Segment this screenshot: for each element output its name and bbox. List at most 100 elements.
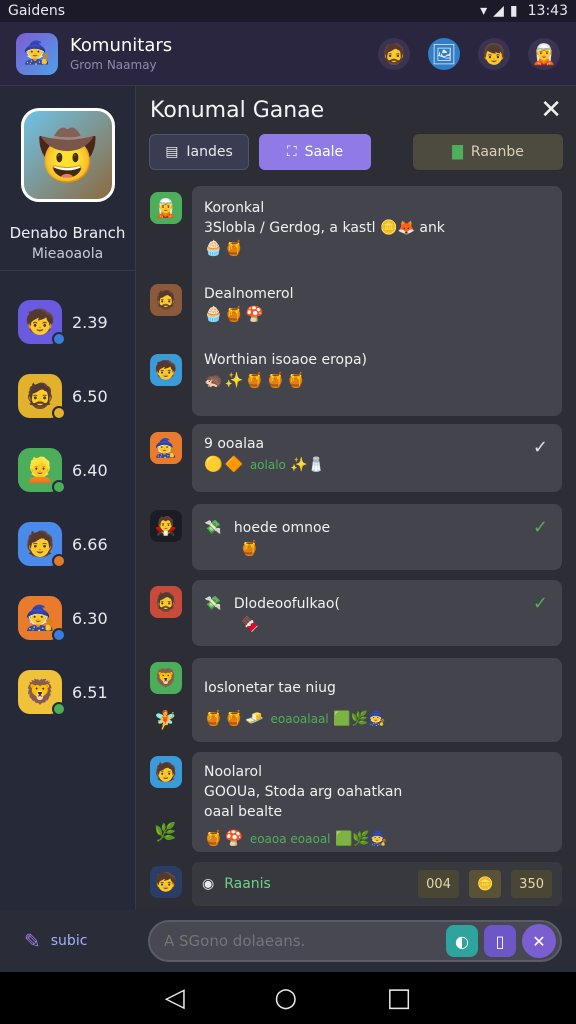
sidebar-avatar: 🧔 (18, 374, 66, 420)
cash-icon: 💸 (204, 520, 222, 536)
sidebar-item[interactable]: 🦁 6.51 (0, 655, 135, 729)
app-logo[interactable]: 🧙 (16, 32, 58, 75)
tab-label: Saale (304, 144, 344, 160)
sidebar-item[interactable]: 🧑 6.66 (0, 507, 135, 581)
tab-raanbe[interactable]: ▇ Raanbe (413, 134, 563, 170)
sidebar-item[interactable]: 🧙 6.30 (0, 581, 135, 655)
status-dot (52, 628, 66, 642)
message-input[interactable] (164, 932, 440, 950)
message-bubble[interactable]: Noolarol GOOUa, Stoda arg oahatkan oaal … (192, 752, 562, 852)
tab-saale[interactable]: ⛶ Saale (259, 134, 371, 170)
sidebar-count: 6.40 (72, 460, 108, 480)
message-avatar[interactable]: 🧒 (150, 354, 182, 386)
status-dot (52, 332, 66, 346)
app-subtitle: Grom Naamay (70, 58, 157, 72)
home-icon[interactable]: ○ (274, 983, 297, 1013)
attach-button[interactable]: ▯ (484, 925, 516, 957)
clock: 13:43 (527, 3, 568, 19)
reward-chip[interactable]: 004 (418, 870, 459, 898)
items-icon: 🟩🌿🧙 (333, 711, 386, 727)
message-text: Ioslonetar tae niug (204, 680, 336, 696)
message-text: ank (419, 220, 445, 236)
message-bubble[interactable]: Koronkal 3Slobla / Gerdog, a kastl 🪙🦊 an… (192, 186, 562, 416)
message-bubble[interactable]: 💸 Dlodeoofulkao( 🍫 ✓ (192, 580, 562, 646)
panel-title: Konumal Ganae (150, 97, 325, 123)
send-button[interactable]: ✕ (522, 924, 556, 958)
message-text: Dlodeoofulkao( (233, 596, 340, 612)
message-bubble[interactable]: 9 ooalaa 🟡🔶 aolalo ✨🧂 ✓ (192, 424, 562, 492)
green-note: eoaoalaal (270, 712, 329, 726)
profile-avatar[interactable]: 🤠 (20, 108, 115, 202)
signal-icon: ◢ (493, 3, 504, 19)
message-avatar[interactable]: 🧔 (150, 284, 182, 316)
tab-iandes[interactable]: ▤ Iandes (149, 134, 249, 170)
player-icon[interactable]: 🧔 (378, 37, 410, 70)
sidebar-item[interactable]: 🧔 6.50 (0, 359, 135, 433)
message-bubble[interactable]: 💸 hoede omnoe 🍯 ✓ (192, 504, 562, 570)
message-avatar[interactable]: 🧝 (150, 192, 182, 224)
message-emojis: 🦔✨🍯🍯🍯 (204, 371, 308, 389)
message-bubble[interactable]: Ioslonetar tae niug 🍯🍯🧈 eoaoalaal 🟩🌿🧙 (192, 658, 562, 742)
message-text: Dealnomerol (204, 286, 294, 302)
fairy-icon: 🧚 (154, 710, 177, 731)
status-dot (52, 406, 66, 420)
main-panel: Konumal Ganae ✕ ▤ Iandes ⛶ Saale ▇ Raanb… (136, 86, 576, 910)
sidebar-item[interactable]: 🧒 2.39 (0, 285, 135, 359)
message-input-box: ◐ ▯ ✕ (148, 920, 562, 962)
sidebar-count: 6.30 (72, 608, 108, 628)
sparkle-icon: ✨🧂 (290, 457, 326, 473)
message-avatar[interactable]: 🧛 (150, 510, 182, 542)
check-icon[interactable]: ✓ (533, 438, 548, 458)
status-dot (52, 702, 66, 716)
tab-label: Raanbe (470, 144, 524, 160)
gallery-icon[interactable]: 🖼 (428, 37, 460, 70)
app-header: 🧙 Komunitars Grom Naamay 🧔 🖼 👦 🧝 (0, 22, 576, 86)
message-emojis: 🟡🔶 (204, 455, 246, 473)
sidebar-avatar: 🧒 (18, 300, 66, 346)
panel-tabs: ▤ Iandes ⛶ Saale ▇ Raanbe (136, 134, 576, 174)
sidebar-avatar: 👱 (18, 448, 66, 494)
message-text-line2: 3Slobla / Gerdog, a kastl 🪙🦊 ank (204, 218, 550, 238)
sidebar-count: 2.39 (72, 312, 108, 332)
message-text: 3Slobla / Gerdog, a kastl (204, 220, 376, 236)
message-avatar[interactable]: 🧒 (150, 866, 182, 898)
message-text: 9 ooalaa (204, 436, 265, 452)
items-icon: 🟩🌿🧙 (334, 831, 388, 847)
leaf-icon: 🌿 (154, 822, 177, 843)
friend-icon[interactable]: 👦 (478, 37, 510, 70)
sidebar-count: 6.66 (72, 534, 108, 554)
sidebar: 🤠 Denabo Branch Mieaoaola 🧒 2.39 🧔 6.50 … (0, 86, 136, 910)
composer: ✎ subic ◐ ▯ ✕ (0, 910, 576, 972)
check-icon[interactable]: ✓ (533, 594, 548, 614)
back-icon[interactable]: ◁ (165, 983, 185, 1013)
refresh-icon: ◉ (202, 876, 215, 892)
carrier-name: Gaidens (8, 3, 65, 19)
message-content: 🟡🔶 aolalo ✨🧂 (204, 454, 550, 475)
message-avatar[interactable]: 🦁 (150, 662, 182, 694)
sidebar-item[interactable]: 👱 6.40 (0, 433, 135, 507)
message-avatar[interactable]: 🧙 (150, 432, 182, 464)
coin-icon: 🪙🦊 (380, 220, 415, 236)
note-icon: ✎ (24, 929, 41, 953)
sidebar-count: 6.50 (72, 386, 108, 406)
close-button[interactable]: ✕ (540, 95, 562, 125)
message-text: Worthian isoaoe eropa) (204, 352, 368, 368)
list-icon: ▤ (165, 144, 179, 160)
reward-chip[interactable]: 350 (511, 870, 552, 898)
coin-icon[interactable]: 🪙 (468, 870, 502, 898)
check-icon[interactable]: ✓ (533, 518, 548, 538)
friend2-icon[interactable]: 🧝 (528, 37, 560, 70)
message-emojis: 🍫 (240, 615, 261, 633)
message-avatar[interactable]: 🧔 (150, 586, 182, 618)
recents-icon[interactable]: □ (387, 983, 412, 1013)
reward-bar[interactable]: ◉ Raanis 004 🪙 350 (192, 862, 562, 906)
sticker-button[interactable]: ◐ (446, 925, 478, 957)
message-avatar[interactable]: 🧑 (150, 756, 182, 788)
message-emojis: 🧁🍯 (204, 239, 246, 257)
navigation-bar: ◁ ○ □ (0, 972, 576, 1024)
chest-icon: ▇ (452, 144, 463, 160)
profile-subtitle: Mieaoaola (0, 246, 135, 271)
compose-action-button[interactable]: ✎ subic (14, 929, 148, 953)
header-icons: 🧔 🖼 👦 🧝 (378, 37, 560, 70)
status-dot (52, 554, 66, 568)
